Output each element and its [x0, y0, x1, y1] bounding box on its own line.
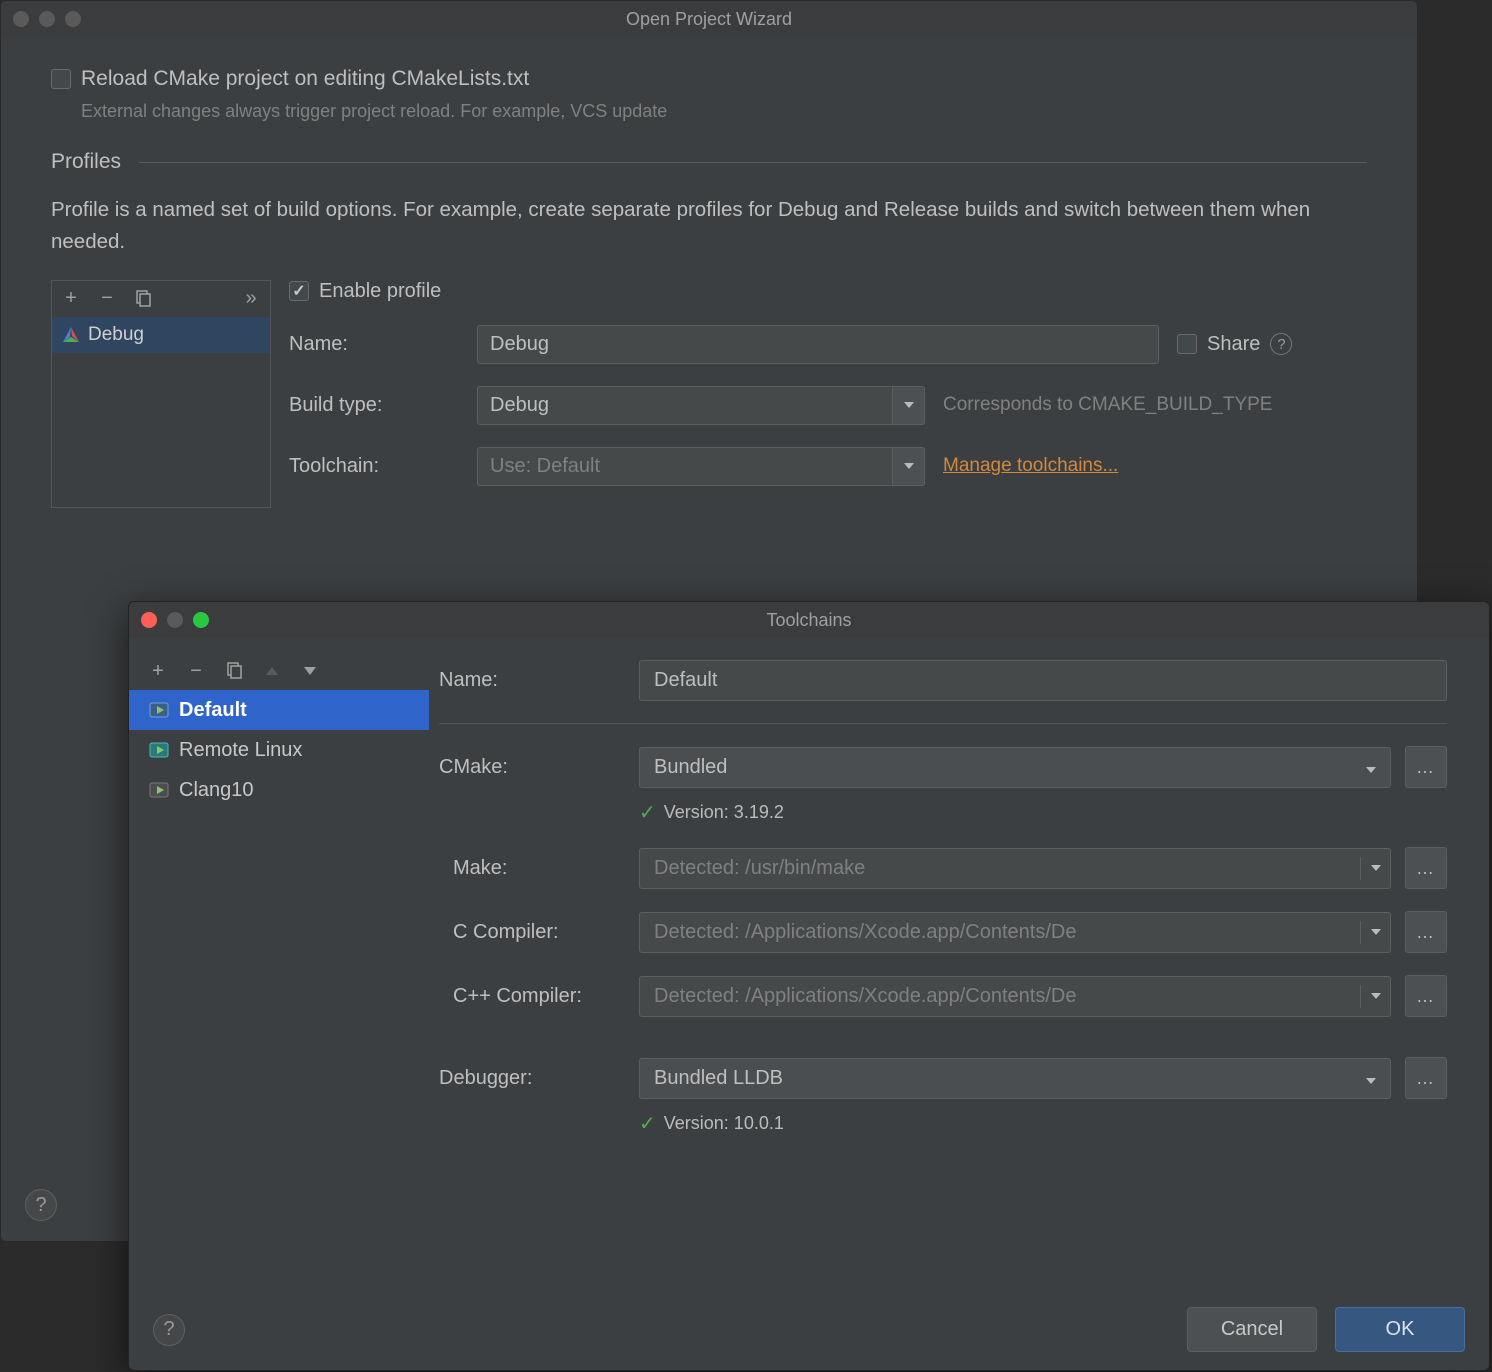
- run-icon: [149, 701, 169, 719]
- chevron-down-icon[interactable]: [1360, 921, 1390, 944]
- share-checkbox[interactable]: [1177, 334, 1197, 354]
- profiles-sidebar-toolbar: + − »: [52, 281, 270, 317]
- tc-name-label: Name:: [439, 669, 639, 692]
- chevron-down-icon[interactable]: [893, 386, 925, 425]
- debugger-label: Debugger:: [439, 1067, 639, 1090]
- reload-cmake-label: Reload CMake project on editing CMakeLis…: [81, 67, 529, 91]
- cxxcomp-label: C++ Compiler:: [439, 985, 639, 1008]
- build-type-combo[interactable]: Debug: [477, 386, 925, 425]
- move-down-icon[interactable]: [301, 662, 319, 680]
- profiles-section-header: Profiles: [51, 150, 1367, 174]
- run-icon: [149, 781, 169, 799]
- cmake-version: Version: 3.19.2: [664, 802, 784, 823]
- name-label: Name:: [289, 333, 477, 356]
- reload-cmake-checkbox[interactable]: [51, 69, 71, 89]
- debugger-browse-button[interactable]: …: [1405, 1057, 1447, 1099]
- toolchains-sidebar: + − Default: [129, 652, 429, 1308]
- toolchains-sidebar-toolbar: + −: [129, 656, 429, 690]
- debugger-combo[interactable]: Bundled LLDB: [639, 1058, 1391, 1099]
- check-icon: ✓: [639, 800, 656, 825]
- wizard-titlebar: Open Project Wizard: [1, 1, 1417, 37]
- chevron-down-icon: [1366, 756, 1376, 779]
- toolchains-dialog: Toolchains + − Default: [128, 601, 1490, 1371]
- profile-item-debug[interactable]: Debug: [52, 317, 270, 353]
- chevron-down-icon[interactable]: [1360, 985, 1390, 1008]
- cancel-button[interactable]: Cancel: [1187, 1307, 1317, 1352]
- remote-icon: [149, 741, 169, 759]
- cmake-browse-button[interactable]: …: [1405, 746, 1447, 788]
- toolchains-help-button[interactable]: ?: [153, 1314, 185, 1346]
- toolchains-titlebar: Toolchains: [129, 602, 1489, 638]
- make-label: Make:: [439, 857, 639, 880]
- wizard-title: Open Project Wizard: [1, 9, 1417, 30]
- enable-profile-checkbox[interactable]: [289, 281, 309, 301]
- check-icon: ✓: [639, 1111, 656, 1136]
- copy-icon[interactable]: [225, 662, 243, 680]
- ccomp-browse-button[interactable]: …: [1405, 911, 1447, 953]
- toolchain-item-remote-linux[interactable]: Remote Linux: [129, 730, 429, 770]
- cxxcomp-combo[interactable]: Detected: /Applications/Xcode.app/Conten…: [639, 976, 1391, 1017]
- tc-name-input[interactable]: Default: [639, 660, 1447, 701]
- ccomp-label: C Compiler:: [439, 921, 639, 944]
- remove-icon[interactable]: −: [98, 290, 116, 308]
- profile-item-label: Debug: [88, 324, 144, 346]
- toolchain-form: Name: Default CMake: Bundled … ✓ Version…: [429, 652, 1489, 1308]
- expand-icon[interactable]: »: [242, 290, 260, 308]
- chevron-down-icon[interactable]: [1360, 857, 1390, 880]
- toolchain-label: Toolchain:: [289, 455, 477, 478]
- profiles-sidebar: + − » Debug: [51, 280, 271, 508]
- cmake-icon: [62, 326, 80, 344]
- share-help-icon[interactable]: ?: [1270, 333, 1292, 355]
- toolchain-item-label: Remote Linux: [179, 739, 302, 762]
- build-type-label: Build type:: [289, 394, 477, 417]
- ok-button[interactable]: OK: [1335, 1307, 1465, 1352]
- cmake-label: CMake:: [439, 756, 639, 779]
- wizard-help-button[interactable]: ?: [25, 1189, 57, 1221]
- move-up-icon[interactable]: [263, 662, 281, 680]
- cxxcomp-browse-button[interactable]: …: [1405, 975, 1447, 1017]
- debugger-version: Version: 10.0.1: [664, 1113, 784, 1134]
- toolchains-title: Toolchains: [129, 610, 1489, 631]
- make-combo[interactable]: Detected: /usr/bin/make: [639, 848, 1391, 889]
- make-browse-button[interactable]: …: [1405, 847, 1447, 889]
- cmake-combo[interactable]: Bundled: [639, 747, 1391, 788]
- manage-toolchains-link[interactable]: Manage toolchains...: [943, 455, 1118, 477]
- toolchain-combo[interactable]: Use: Default: [477, 447, 925, 486]
- add-icon[interactable]: +: [149, 662, 167, 680]
- ccomp-combo[interactable]: Detected: /Applications/Xcode.app/Conten…: [639, 912, 1391, 953]
- toolchain-item-clang10[interactable]: Clang10: [129, 770, 429, 810]
- profile-name-input[interactable]: Debug: [477, 325, 1159, 364]
- profiles-desc: Profile is a named set of build options.…: [51, 194, 1367, 258]
- chevron-down-icon[interactable]: [893, 447, 925, 486]
- remove-icon[interactable]: −: [187, 662, 205, 680]
- toolchain-item-default[interactable]: Default: [129, 690, 429, 730]
- toolchain-item-label: Clang10: [179, 779, 254, 802]
- add-icon[interactable]: +: [62, 290, 80, 308]
- divider: [439, 723, 1447, 724]
- share-label: Share: [1207, 333, 1260, 356]
- profile-form: Enable profile Name: Debug Share ? Build…: [289, 280, 1367, 508]
- build-type-hint: Corresponds to CMAKE_BUILD_TYPE: [943, 394, 1272, 416]
- reload-hint: External changes always trigger project …: [81, 101, 1367, 122]
- enable-profile-label: Enable profile: [319, 280, 441, 303]
- copy-icon[interactable]: [134, 290, 152, 308]
- chevron-down-icon: [1366, 1067, 1376, 1090]
- toolchain-item-label: Default: [179, 699, 247, 722]
